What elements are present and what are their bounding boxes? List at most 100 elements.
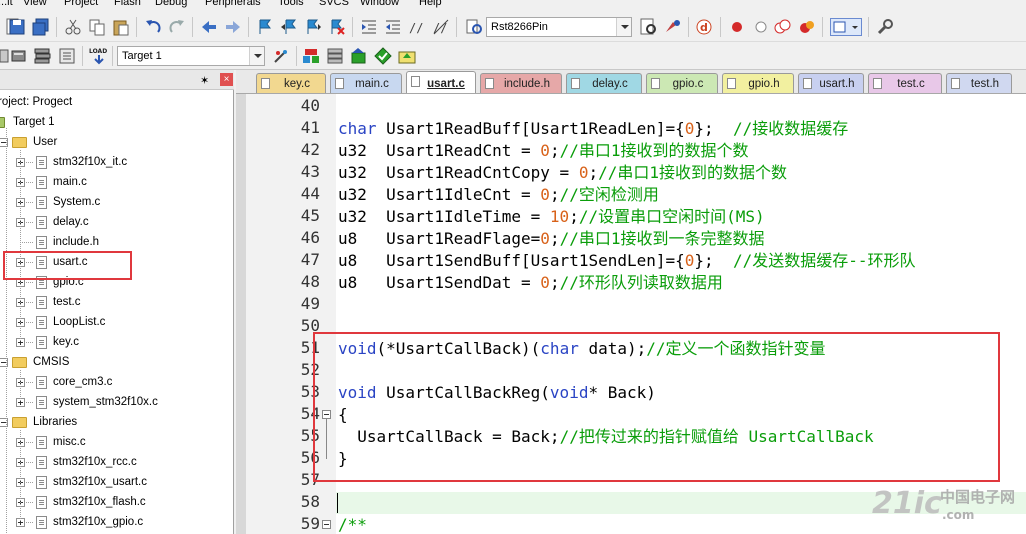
uncomment-icon[interactable]: // <box>432 18 450 36</box>
breakpoint-margin[interactable] <box>236 94 246 534</box>
navigate-forward-icon[interactable] <box>224 18 242 36</box>
select-packs-icon[interactable] <box>374 47 392 65</box>
breakpoint-disable-all-icon[interactable] <box>774 18 792 36</box>
menu-item-view[interactable]: View <box>23 0 47 8</box>
code-token: ; <box>569 207 579 226</box>
line-number: 58 <box>300 492 320 511</box>
incremental-find-icon[interactable] <box>664 18 682 36</box>
breakpoint-disable-icon[interactable] <box>752 18 770 36</box>
file-icon <box>36 456 47 469</box>
line-number: 44 <box>300 184 320 203</box>
tab-label: include.h <box>503 78 551 90</box>
menu-item-peripherals[interactable]: Peripherals <box>205 0 261 8</box>
chevron-down-icon[interactable] <box>616 18 631 36</box>
menu-item-it[interactable]: ...it <box>0 0 13 8</box>
code-token: 0 <box>540 185 550 204</box>
target-options-icon[interactable] <box>272 47 290 65</box>
indent-icon[interactable] <box>360 18 378 36</box>
menu-item-window[interactable]: Window <box>360 0 399 8</box>
window-layout-icon[interactable] <box>830 18 862 36</box>
tab-include-h[interactable]: include.h <box>480 73 562 93</box>
file-icon <box>36 216 47 229</box>
tab-test-h[interactable]: test.h <box>946 73 1012 93</box>
line-number: 41 <box>300 118 320 137</box>
find-icon[interactable] <box>640 18 658 36</box>
redo-icon[interactable] <box>168 18 186 36</box>
bookmark-toggle-icon[interactable] <box>256 18 274 36</box>
menu-item-project[interactable]: Project <box>64 0 98 8</box>
menu-item-svcs[interactable]: SVCS <box>319 0 349 8</box>
code-line: u32 Usart1ReadCntCopy = 0;//串口1接收到的数据个数 <box>338 162 787 184</box>
build-toolbar: LOAD Target 1 <box>0 42 1026 70</box>
save-all-icon[interactable] <box>32 18 50 36</box>
target-select[interactable]: Target 1 <box>117 46 265 66</box>
code-token: ; <box>549 185 560 204</box>
find-in-files-icon[interactable] <box>466 18 484 36</box>
tab-key-c[interactable]: key.c <box>256 73 326 93</box>
line-number: 40 <box>300 96 320 115</box>
pin-icon[interactable]: ✶ <box>200 74 209 87</box>
code-token: //串口1接收到的数据个数 <box>598 163 788 182</box>
bookmark-next-icon[interactable] <box>304 18 322 36</box>
line-number: 48 <box>300 272 320 291</box>
find-combobox[interactable]: Rst8266Pin <box>486 17 632 37</box>
load-label: LOAD <box>89 48 107 55</box>
tree-file-label: system_stm32f10x.c <box>53 396 158 408</box>
line-number: 43 <box>300 162 320 181</box>
tree-file-label: core_cm3.c <box>53 376 113 388</box>
batch-build-icon[interactable] <box>58 47 76 65</box>
breakpoint-kill-all-icon[interactable] <box>798 18 816 36</box>
file-icon <box>36 436 47 449</box>
tab-label: gpio.c <box>672 78 704 90</box>
tab-usart-c[interactable]: usart.c <box>406 71 476 93</box>
tab-main-c[interactable]: main.c <box>330 73 402 93</box>
save-icon[interactable] <box>8 18 26 36</box>
code-token: ; <box>549 141 560 160</box>
tab-gpio-h[interactable]: gpio.h <box>722 73 794 93</box>
manage-components-icon[interactable] <box>326 47 344 65</box>
navigate-back-icon[interactable] <box>200 18 218 36</box>
copy-icon[interactable] <box>88 18 106 36</box>
build-icon[interactable] <box>10 47 28 65</box>
tree-file-label: stm32f10x_rcc.c <box>53 456 137 468</box>
tab-gpio-c[interactable]: gpio.c <box>646 73 718 93</box>
tree-file-label: System.c <box>53 196 101 208</box>
comment-icon[interactable]: // <box>408 18 426 36</box>
cut-icon[interactable] <box>64 18 82 36</box>
tab-label: gpio.h <box>748 78 780 90</box>
code-token: /** <box>338 515 367 534</box>
paste-icon[interactable] <box>112 18 130 36</box>
menu-item-debug[interactable]: Debug <box>155 0 187 8</box>
folder-icon <box>12 417 27 428</box>
code-token: //空闲检测用 <box>559 185 659 204</box>
tree-file-label: stm32f10x_gpio.c <box>53 516 144 528</box>
file-icon <box>36 496 47 509</box>
line-number: 42 <box>300 140 320 159</box>
bookmark-prev-icon[interactable] <box>280 18 298 36</box>
code-token: 0 <box>684 251 695 270</box>
tree-root-label: roject: Progect <box>0 96 73 108</box>
configure-icon[interactable] <box>876 18 894 36</box>
bookmark-clear-icon[interactable] <box>328 18 346 36</box>
debug-session-icon[interactable]: d <box>696 18 714 36</box>
tree-connector <box>20 430 21 522</box>
menu-item-tools[interactable]: Tools <box>278 0 304 8</box>
pack-installer-icon[interactable] <box>398 47 416 65</box>
rebuild-icon[interactable] <box>34 47 52 65</box>
manage-project-items-icon[interactable] <box>302 47 320 65</box>
run-time-environment-icon[interactable] <box>350 47 368 65</box>
undo-icon[interactable] <box>144 18 162 36</box>
svg-text:d: d <box>700 21 708 34</box>
download-load-icon[interactable]: LOAD <box>88 46 110 65</box>
menu-item-help[interactable]: Help <box>419 0 442 8</box>
tab-test-c[interactable]: test.c <box>868 73 942 93</box>
close-icon[interactable]: × <box>220 73 233 86</box>
tab-delay-c[interactable]: delay.c <box>566 73 642 93</box>
menu-item-flash[interactable]: Flash <box>114 0 141 8</box>
chevron-down-icon[interactable] <box>249 47 264 65</box>
breakpoint-insert-icon[interactable] <box>728 18 746 36</box>
highlight-box <box>313 332 1000 482</box>
tab-usart-h[interactable]: usart.h <box>798 73 864 93</box>
unindent-icon[interactable] <box>384 18 402 36</box>
fold-toggle-icon[interactable] <box>322 520 331 529</box>
